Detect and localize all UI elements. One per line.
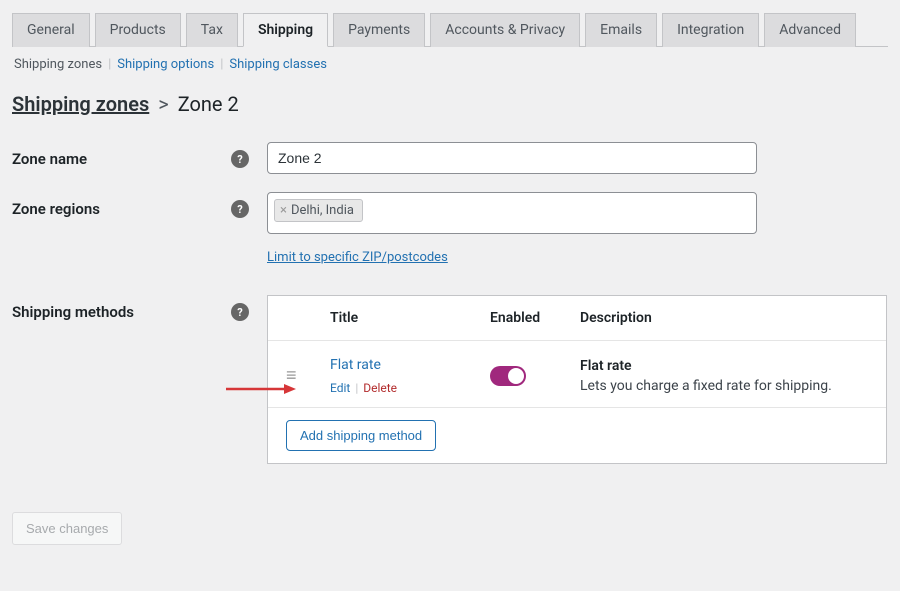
shipping-methods-table: Title Enabled Description ≡ Flat rate: [267, 295, 887, 464]
breadcrumb-parent-link[interactable]: Shipping zones: [12, 92, 149, 116]
method-desc-text: Lets you charge a fixed rate for shippin…: [580, 378, 868, 394]
zone-name-label: Zone name: [12, 150, 87, 168]
edit-link[interactable]: Edit: [330, 381, 350, 395]
table-header: Title Enabled Description: [268, 296, 886, 341]
remove-tag-icon[interactable]: ×: [280, 203, 287, 218]
tab-accounts-privacy[interactable]: Accounts & Privacy: [430, 13, 580, 47]
zone-name-input[interactable]: [267, 142, 757, 174]
tab-general[interactable]: General: [12, 13, 90, 47]
tab-tax[interactable]: Tax: [186, 13, 238, 47]
zone-regions-input[interactable]: × Delhi, India: [267, 192, 757, 234]
help-icon[interactable]: ?: [231, 150, 249, 168]
tab-products[interactable]: Products: [95, 13, 181, 47]
zone-regions-label: Zone regions: [12, 200, 100, 218]
settings-tabs: General Products Tax Shipping Payments A…: [12, 12, 888, 47]
subtab-options[interactable]: Shipping options: [117, 57, 214, 72]
method-title-link[interactable]: Flat rate: [330, 357, 381, 373]
subtab-zones[interactable]: Shipping zones: [14, 57, 102, 72]
shipping-subtabs: Shipping zones | Shipping options | Ship…: [12, 57, 888, 72]
region-tag: × Delhi, India: [274, 199, 363, 222]
method-desc-title: Flat rate: [580, 358, 868, 374]
breadcrumb-current: Zone 2: [178, 92, 239, 116]
help-icon[interactable]: ?: [231, 200, 249, 218]
tab-payments[interactable]: Payments: [333, 13, 425, 47]
zip-postcodes-link[interactable]: Limit to specific ZIP/postcodes: [267, 250, 448, 265]
table-row: ≡ Flat rate Edit | Delete: [268, 341, 886, 408]
help-icon[interactable]: ?: [231, 303, 249, 321]
enabled-toggle[interactable]: [490, 366, 526, 386]
tab-emails[interactable]: Emails: [585, 13, 657, 47]
tab-advanced[interactable]: Advanced: [764, 13, 856, 47]
shipping-methods-label: Shipping methods: [12, 303, 134, 321]
delete-link[interactable]: Delete: [363, 381, 397, 395]
tab-integration[interactable]: Integration: [662, 13, 759, 47]
add-shipping-method-button[interactable]: Add shipping method: [286, 420, 436, 451]
subtab-classes[interactable]: Shipping classes: [229, 57, 327, 72]
breadcrumb: Shipping zones > Zone 2: [12, 92, 888, 116]
drag-handle-icon[interactable]: ≡: [286, 365, 297, 386]
save-changes-button[interactable]: Save changes: [12, 512, 122, 545]
tab-shipping[interactable]: Shipping: [243, 13, 328, 47]
